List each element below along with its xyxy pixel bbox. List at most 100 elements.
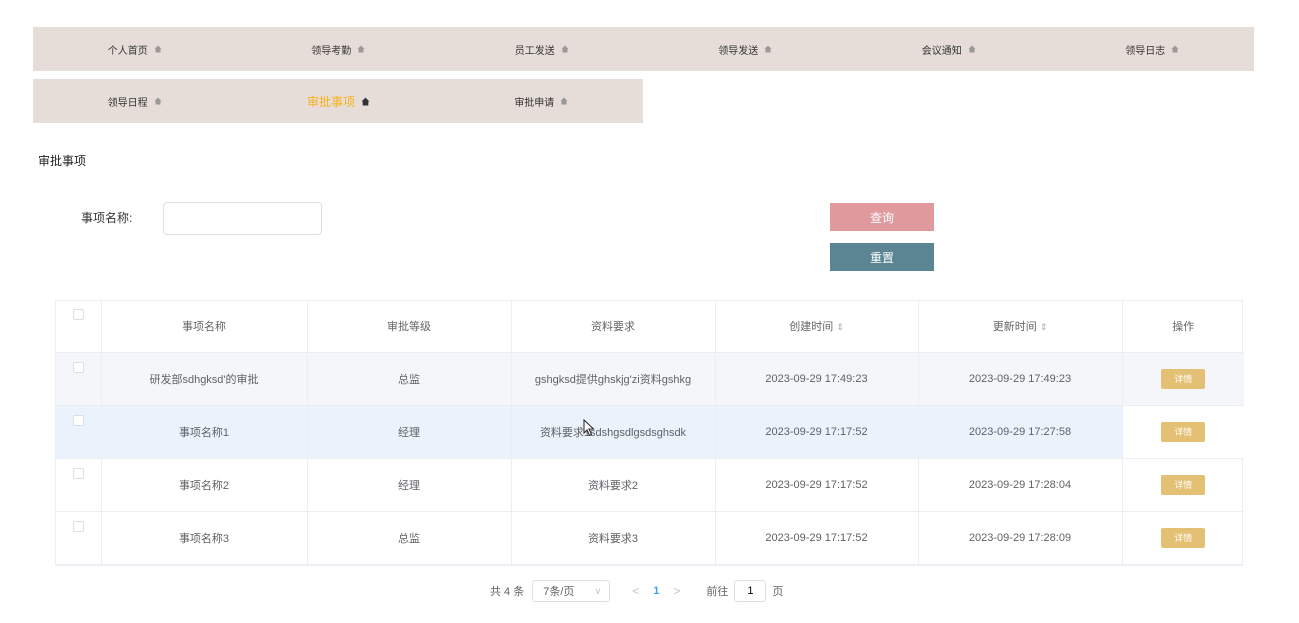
column-header-name: 事项名称 xyxy=(101,301,308,353)
cell-level: 总监 xyxy=(307,511,512,565)
cell-created: 2023-09-29 17:49:23 xyxy=(715,352,919,406)
row-checkbox[interactable] xyxy=(72,414,84,426)
cell-requirement: 资料要求3 xyxy=(511,511,716,565)
cell-updated: 2023-09-29 17:49:23 xyxy=(918,352,1123,406)
nav-item-employee-send[interactable]: 员工发送 xyxy=(440,42,644,57)
cell-action: 详情 xyxy=(1122,405,1244,459)
reset-button[interactable]: 重置 xyxy=(830,243,934,271)
detail-button[interactable]: 详情 xyxy=(1161,474,1206,495)
prev-page-button[interactable]: < xyxy=(632,584,639,598)
sort-icon[interactable]: ⇕ xyxy=(1040,322,1048,332)
table-row[interactable]: 事项名称3 总监 资料要求3 2023-09-29 17:17:52 2023-… xyxy=(56,511,1244,565)
query-button[interactable]: 查询 xyxy=(830,203,934,231)
row-select-cell xyxy=(56,405,102,459)
nav-item-leader-log[interactable]: 领导日志 xyxy=(1051,42,1255,57)
item-name-search-input[interactable] xyxy=(163,202,322,235)
cell-name: 事项名称1 xyxy=(101,405,308,459)
cell-updated: 2023-09-29 17:27:58 xyxy=(918,405,1123,459)
nav-item-leader-schedule[interactable]: 领导日程 xyxy=(33,94,236,109)
select-all-cell xyxy=(56,301,102,353)
page-title: 审批事项 xyxy=(38,154,87,168)
nav-item-approval-request[interactable]: 审批申请 xyxy=(440,94,643,109)
page-number-current[interactable]: 1 xyxy=(653,585,659,597)
nav-item-personal-home[interactable]: 个人首页 xyxy=(33,42,237,57)
page-size-select[interactable]: 7条/页 ∨ xyxy=(532,580,611,602)
row-checkbox[interactable] xyxy=(72,467,84,479)
home-icon xyxy=(154,97,162,105)
cell-action: 详情 xyxy=(1122,511,1244,565)
table-row[interactable]: 研发部sdhgksd'的审批 总监 gshgksd提供ghskjg'zi资料gs… xyxy=(56,352,1244,406)
row-select-cell xyxy=(56,511,102,565)
nav-item-label: 领导考勤 xyxy=(311,45,352,57)
cell-requirement: 资料要求2 xyxy=(511,458,716,512)
nav-item-label: 领导发送 xyxy=(718,45,759,57)
nav-item-leader-send[interactable]: 领导发送 xyxy=(644,42,848,57)
row-checkbox[interactable] xyxy=(72,361,84,373)
column-header-level: 审批等级 xyxy=(307,301,512,353)
home-icon xyxy=(357,45,365,53)
nav-item-label: 审批申请 xyxy=(514,97,555,109)
mouse-cursor-icon xyxy=(583,418,595,442)
sort-icon[interactable]: ⇕ xyxy=(836,322,844,332)
home-icon xyxy=(764,45,772,53)
row-select-cell xyxy=(56,458,102,512)
nav-item-label: 员工发送 xyxy=(514,45,555,57)
nav-bar-row-2: 领导日程 审批事项 审批申请 xyxy=(33,79,643,123)
goto-page-input[interactable] xyxy=(734,580,767,602)
nav-item-meeting-notice[interactable]: 会议通知 xyxy=(847,42,1051,57)
select-all-checkbox[interactable] xyxy=(72,309,84,321)
cell-updated: 2023-09-29 17:28:09 xyxy=(918,511,1123,565)
nav-item-label: 个人首页 xyxy=(107,45,148,57)
next-page-button[interactable]: > xyxy=(673,584,680,598)
table-row[interactable]: 事项名称1 经理 资料要求1sdshgsdlgsdsghsdk 2023-09-… xyxy=(56,405,1244,459)
page-unit-label: 页 xyxy=(772,586,784,598)
cell-name: 事项名称3 xyxy=(101,511,308,565)
home-icon xyxy=(361,97,370,106)
home-icon xyxy=(561,45,569,53)
cell-created: 2023-09-29 17:17:52 xyxy=(715,511,919,565)
nav-item-label: 会议通知 xyxy=(921,45,962,57)
pagination: 共 4 条 7条/页 ∨ < 1 > 前往 页 xyxy=(490,580,783,602)
cell-requirement: 资料要求1sdshgsdlgsdsghsdk xyxy=(511,405,716,459)
home-icon xyxy=(1171,45,1179,53)
table-header-row: 事项名称 审批等级 资料要求 创建时间 ⇕ 更新时间 ⇕ 操作 xyxy=(56,301,1244,353)
column-header-label: 创建时间 xyxy=(789,321,834,334)
column-header-label: 更新时间 xyxy=(992,321,1037,334)
nav-item-label: 审批事项 xyxy=(306,94,355,109)
column-header-updated[interactable]: 更新时间 ⇕ xyxy=(918,301,1123,353)
approval-items-table: 事项名称 审批等级 资料要求 创建时间 ⇕ 更新时间 ⇕ 操作 研发部sdhgksd… xyxy=(55,300,1244,566)
cell-level: 总监 xyxy=(307,352,512,406)
cell-action: 详情 xyxy=(1122,352,1244,406)
cell-created: 2023-09-29 17:17:52 xyxy=(715,405,919,459)
search-label: 事项名称: xyxy=(81,211,133,225)
cell-updated: 2023-09-29 17:28:04 xyxy=(918,458,1123,512)
cell-name: 研发部sdhgksd'的审批 xyxy=(101,352,308,406)
column-header-action: 操作 xyxy=(1122,301,1244,353)
cell-level: 经理 xyxy=(307,458,512,512)
nav-item-approval-items[interactable]: 审批事项 xyxy=(236,93,439,110)
cell-name: 事项名称2 xyxy=(101,458,308,512)
detail-button[interactable]: 详情 xyxy=(1161,527,1206,548)
goto-label: 前往 xyxy=(706,586,729,598)
page-size-value: 7条/页 xyxy=(543,586,575,598)
table-row[interactable]: 事项名称2 经理 资料要求2 2023-09-29 17:17:52 2023-… xyxy=(56,458,1244,512)
column-header-created[interactable]: 创建时间 ⇕ xyxy=(715,301,919,353)
cell-action: 详情 xyxy=(1122,458,1244,512)
nav-bar-row-1: 个人首页 领导考勤 员工发送 领导发送 会议通知 领导日志 xyxy=(33,27,1254,71)
cell-requirement: gshgksd提供ghskjg'zi资料gshkg xyxy=(511,352,716,406)
column-header-requirement: 资料要求 xyxy=(511,301,716,353)
row-select-cell xyxy=(56,352,102,406)
home-icon xyxy=(560,97,568,105)
row-checkbox[interactable] xyxy=(72,520,84,532)
pagination-total: 共 4 条 xyxy=(490,586,525,598)
detail-button[interactable]: 详情 xyxy=(1161,368,1206,389)
nav-item-label: 领导日程 xyxy=(107,97,148,109)
cell-created: 2023-09-29 17:17:52 xyxy=(715,458,919,512)
home-icon xyxy=(154,45,162,53)
cell-level: 经理 xyxy=(307,405,512,459)
detail-button[interactable]: 详情 xyxy=(1161,421,1206,442)
nav-item-label: 领导日志 xyxy=(1125,45,1166,57)
chevron-down-icon: ∨ xyxy=(594,585,602,596)
nav-item-leader-attendance[interactable]: 领导考勤 xyxy=(237,42,441,57)
home-icon xyxy=(968,45,976,53)
